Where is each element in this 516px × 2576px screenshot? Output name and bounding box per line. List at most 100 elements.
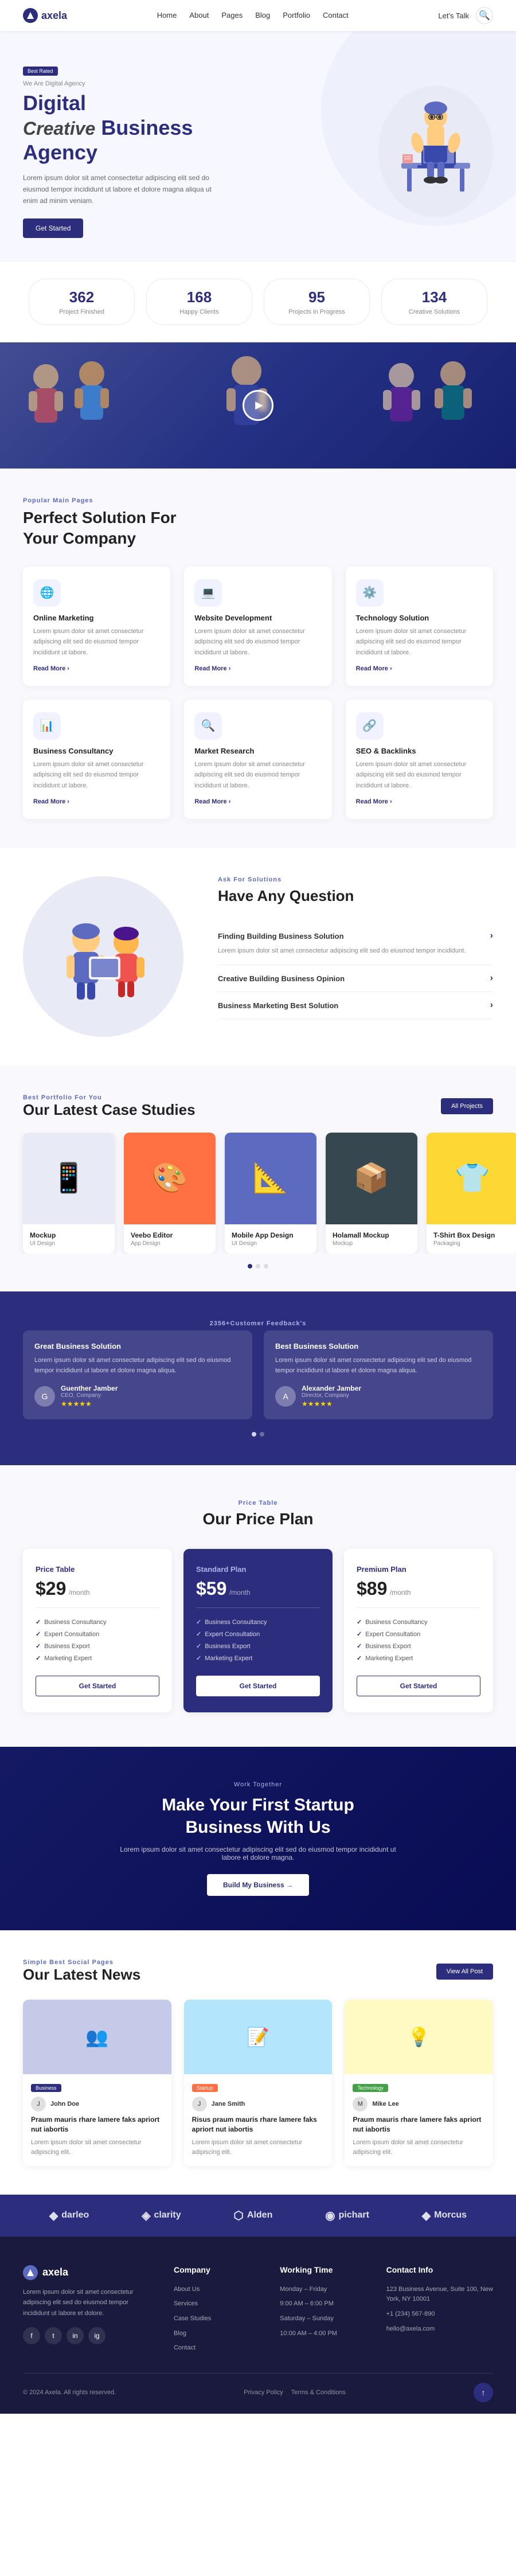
case-card-cat-0: UI Design — [30, 1240, 108, 1247]
test-dot-0[interactable] — [252, 1432, 256, 1437]
service-card-5: 🔗 SEO & Backlinks Lorem ipsum dolor sit … — [346, 700, 493, 819]
blog-card-1[interactable]: 📝 Startup J Jane Smith Risus praum mauri… — [184, 2000, 333, 2166]
pricing-divider-0 — [36, 1607, 159, 1608]
footer-wt-2: Saturday – Sunday — [280, 2312, 369, 2327]
cta-section: Work Together Make Your First StartupBus… — [0, 1747, 516, 1930]
footer-address: 123 Business Avenue, Suite 100, New York… — [386, 2282, 493, 2307]
pricing-btn-1[interactable]: Get Started — [196, 1676, 320, 1696]
partner-morcus: ◆ Morcus — [422, 2208, 467, 2223]
author-info-0: Guenther Jamber CEO, Company ★★★★★ — [61, 1384, 118, 1408]
hero-cta-button[interactable]: Get Started — [23, 218, 83, 238]
search-button[interactable]: 🔍 — [476, 7, 493, 24]
stat-item-2: 95 Projects in Progress — [264, 279, 370, 325]
faq-item-0[interactable]: Finding Building Business Solution › Lor… — [218, 923, 493, 965]
faq-item-2[interactable]: Business Marketing Best Solution › Lorem… — [218, 992, 493, 1019]
read-more-0[interactable]: Read More › — [33, 665, 69, 672]
faq-item-1[interactable]: Creative Building Business Opinion › Lor… — [218, 965, 493, 992]
test-dot-1[interactable] — [260, 1432, 264, 1437]
case-card-2[interactable]: 📐 Mobile App Design UI Design — [225, 1133, 316, 1254]
footer-link-contact[interactable]: Contact — [174, 2341, 263, 2356]
read-more-4[interactable]: Read More › — [194, 798, 230, 805]
case-card-0[interactable]: 📱 Mockup UI Design — [23, 1133, 115, 1254]
nav-about[interactable]: About — [189, 11, 209, 19]
nav-portfolio[interactable]: Portfolio — [283, 11, 310, 19]
faq-image — [23, 876, 195, 1037]
footer-link-about[interactable]: About Us — [174, 2282, 263, 2297]
pricing-section: Price Table Our Price Plan Price Table $… — [0, 1465, 516, 1747]
read-more-3[interactable]: Read More › — [33, 798, 69, 805]
case-studies-header-left: Best Portfolio For You Our Latest Case S… — [23, 1094, 196, 1119]
blog-card-excerpt-1: Lorem ipsum dolor sit amet consectetur a… — [192, 2138, 325, 2158]
service-desc-0: Lorem ipsum dolor sit amet consectetur a… — [33, 626, 160, 658]
footer-link-case[interactable]: Case Studies — [174, 2312, 263, 2327]
services-title: Perfect Solution ForYour Company — [23, 508, 493, 549]
author-avatar-1: A — [275, 1386, 296, 1407]
pricing-period-2: /month — [390, 1588, 411, 1597]
navbar: axela Home About Pages Blog Portfolio Co… — [0, 0, 516, 31]
dot-2[interactable] — [264, 1264, 268, 1269]
hero-title-line2: Creative — [23, 118, 95, 139]
blog-card-2[interactable]: 💡 Technology M Mike Lee Praum mauris rha… — [345, 2000, 493, 2166]
testimonial-text-0: Lorem ipsum dolor sit amet consectetur a… — [34, 1355, 241, 1376]
service-title-5: SEO & Backlinks — [356, 747, 483, 755]
twitter-button[interactable]: t — [45, 2327, 62, 2344]
case-card-title-4: T-Shirt Box Design — [433, 1231, 511, 1239]
case-card-info-2: Mobile App Design UI Design — [225, 1224, 316, 1254]
back-to-top-button[interactable]: ↑ — [474, 2383, 493, 2402]
blog-badge-2: Technology — [353, 2084, 388, 2092]
cta-button[interactable]: Build My Business → — [207, 1874, 309, 1896]
footer-phone: +1 (234) 567-890 — [386, 2307, 493, 2322]
read-more-1[interactable]: Read More › — [194, 665, 230, 672]
terms-link[interactable]: Terms & Conditions — [291, 2389, 346, 2396]
privacy-link[interactable]: Privacy Policy — [244, 2389, 283, 2396]
stars-0: ★★★★★ — [61, 1400, 118, 1408]
all-projects-button[interactable]: All Projects — [441, 1098, 493, 1114]
cta-title: Make Your First StartupBusiness With Us — [162, 1794, 354, 1839]
case-card-1[interactable]: 🎨 Veebo Editor App Design — [124, 1133, 216, 1254]
linkedin-button[interactable]: in — [67, 2327, 84, 2344]
pichart-icon: ◉ — [325, 2208, 335, 2223]
nav-home[interactable]: Home — [157, 11, 177, 19]
footer-link-services[interactable]: Services — [174, 2297, 263, 2312]
faq-arrow-0: › — [490, 931, 493, 941]
play-button[interactable] — [243, 390, 273, 421]
pricing-price-2: $89 — [357, 1578, 387, 1599]
pricing-price-row-1: $59 /month — [196, 1578, 320, 1599]
footer-company: Company About Us Services Case Studies B… — [174, 2265, 263, 2356]
blog-author-avatar-2: M — [353, 2097, 368, 2111]
author-name-0: Guenther Jamber — [61, 1384, 118, 1392]
case-card-info-0: Mockup UI Design — [23, 1224, 115, 1254]
pricing-card-1: Standard Plan $59 /month Business Consul… — [183, 1549, 333, 1712]
case-card-3[interactable]: 📦 Holamall Mockup Mockup — [326, 1133, 417, 1254]
brand-logo[interactable]: axela — [23, 8, 67, 23]
pricing-header: Price Table Our Price Plan — [23, 1500, 493, 1528]
nav-pages[interactable]: Pages — [221, 11, 243, 19]
blog-card-body-2: Technology M Mike Lee Praum mauris rhare… — [345, 2074, 493, 2166]
blog-card-0[interactable]: 👥 Business J John Doe Praum mauris rhare… — [23, 2000, 171, 2166]
instagram-button[interactable]: ig — [88, 2327, 105, 2344]
dot-1[interactable] — [256, 1264, 260, 1269]
read-more-2[interactable]: Read More › — [356, 665, 392, 672]
facebook-button[interactable]: f — [23, 2327, 40, 2344]
nav-blog[interactable]: Blog — [255, 11, 270, 19]
view-all-button[interactable]: View All Post — [436, 1964, 493, 1980]
nav-actions: Let's Talk 🔍 — [438, 7, 493, 24]
blog-badge-0: Business — [31, 2084, 61, 2092]
pricing-btn-0[interactable]: Get Started — [36, 1676, 159, 1696]
footer-link-blog[interactable]: Blog — [174, 2327, 263, 2341]
blog-card-body-0: Business J John Doe Praum mauris rhare l… — [23, 2074, 171, 2166]
footer-wt-0: Monday – Friday — [280, 2282, 369, 2297]
case-card-4[interactable]: 👕 T-Shirt Box Design Packaging — [427, 1133, 516, 1254]
footer-working-title: Working Time — [280, 2265, 369, 2274]
dot-0[interactable] — [248, 1264, 252, 1269]
case-card-info-3: Holamall Mockup Mockup — [326, 1224, 417, 1254]
footer-logo-icon — [23, 2265, 38, 2280]
blog-author-row-2: M Mike Lee — [353, 2097, 485, 2111]
nav-contact[interactable]: Contact — [323, 11, 349, 19]
footer-bottom-links: Privacy Policy Terms & Conditions — [244, 2389, 346, 2396]
pricing-btn-2[interactable]: Get Started — [357, 1676, 480, 1696]
read-more-5[interactable]: Read More › — [356, 798, 392, 805]
login-button[interactable]: Let's Talk — [438, 11, 469, 20]
pricing-price-0: $29 — [36, 1578, 66, 1599]
testimonial-author-0: G Guenther Jamber CEO, Company ★★★★★ — [34, 1384, 241, 1408]
